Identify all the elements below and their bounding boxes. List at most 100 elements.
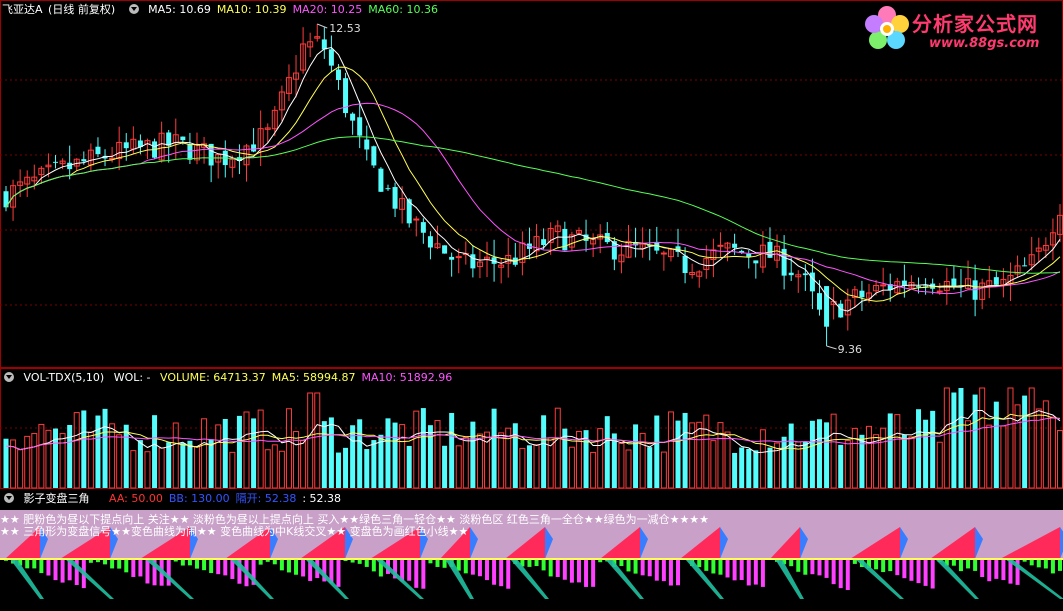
indicator-bar (874, 559, 879, 570)
indicator-bar (994, 559, 999, 579)
indicator-bar (145, 559, 150, 584)
volume-bar (901, 434, 907, 488)
indicator-bar (485, 559, 490, 581)
ma10-line (5, 66, 1061, 302)
volume-bar (732, 452, 738, 488)
volume-bar (887, 413, 893, 488)
price-panel[interactable]: 12.53 9.36 飞亚达A (日线 前复权) MA5: 10.69 MA10: … (0, 0, 1063, 368)
indicator-bar (753, 559, 758, 585)
volume-bar (59, 433, 66, 489)
indicator-bar (966, 559, 971, 569)
volume-bar (851, 427, 858, 489)
indicator-bar (1050, 559, 1055, 574)
volume-bar (844, 440, 851, 489)
indicator-bar (492, 559, 497, 585)
flower-logo-icon (865, 6, 909, 49)
dropdown-circle-icon[interactable] (4, 372, 14, 382)
candle-body (392, 187, 398, 209)
candle-body (406, 199, 412, 224)
volume-bar (31, 433, 38, 489)
volume-bar (95, 415, 101, 488)
volume-bar (894, 414, 901, 489)
indicator-description-2: ★★ 三角形为变盘信号★★变色曲线为闹★★ 变色曲线为中K线交叉★★ 变盘色为画… (0, 525, 469, 538)
dropdown-circle-icon[interactable] (4, 493, 14, 503)
indicator-bar (895, 559, 900, 576)
volume-bar (781, 436, 787, 488)
indicator-bar (661, 559, 666, 582)
indicator-bar (470, 559, 475, 575)
volume-bar (746, 448, 752, 488)
indicator-bar (435, 559, 440, 567)
volume-bar (625, 449, 632, 489)
volume-bar (215, 424, 222, 489)
high-label: 12.53 (329, 22, 361, 35)
indicator-name: 影子变盘三角 (23, 492, 90, 505)
volume-bar (759, 429, 766, 489)
volume-bar (455, 445, 462, 489)
indicator-bar (371, 559, 376, 572)
volume-bar (604, 416, 610, 488)
indicator-bar (555, 559, 560, 577)
indicator-bar (1036, 559, 1041, 568)
volume-wol: WOL: - (113, 371, 151, 384)
volume-labels: VOLUME: 64713.37 MA5: 58994.87 MA10: 51892… (160, 371, 458, 384)
indicator-bar (711, 559, 716, 574)
volume-panel[interactable]: VOL-TDX(5,10) WOL: - VOLUME: 64713.37 MA5… (0, 368, 1063, 489)
volume-bar (17, 449, 24, 489)
volume-bar (420, 408, 426, 488)
indicator-bar (838, 559, 843, 589)
indicator-bar (1043, 559, 1048, 569)
volume-bar (696, 421, 703, 489)
candle-body (816, 293, 822, 310)
volume-bar (427, 425, 433, 488)
indicator-bar (124, 559, 129, 573)
indicator-bar (562, 559, 567, 580)
volume-bar (866, 425, 873, 489)
volume-bar (1035, 408, 1042, 489)
volume-bar (307, 392, 314, 489)
volume-bar (824, 422, 830, 488)
volume-bar (442, 445, 448, 488)
volume-bar (257, 409, 264, 489)
candle-body (413, 218, 420, 221)
candle-body (753, 260, 759, 264)
indicator-bar (110, 559, 115, 569)
volume-bar (399, 424, 406, 489)
volume-bar (724, 431, 731, 489)
volume-bar (470, 421, 476, 488)
indicator-bar (477, 559, 482, 577)
indicator-bar (576, 559, 581, 583)
indicator-label-2: 隔开: 52.38 (235, 492, 297, 505)
volume-indicator-name: VOL-TDX(5,10) (23, 371, 105, 384)
indicator-bar (704, 559, 709, 571)
volume-bar (357, 419, 363, 488)
volume-bar (208, 439, 214, 488)
ma-label-2: MA20: 10.25 (292, 3, 363, 16)
volume-bar (462, 437, 469, 489)
volume-bar (660, 451, 667, 489)
indicator-panel[interactable]: 影子变盘三角 AA: 50.00 BB: 130.00 隔开: 52.38: 52.… (0, 489, 1063, 611)
indicator-bar (789, 559, 794, 567)
volume-bar (251, 418, 257, 488)
indicator-bar (527, 559, 532, 567)
indicator-labels: AA: 50.00 BB: 130.00 隔开: 52.38: 52.38 (109, 492, 347, 505)
indicator-bar (930, 559, 935, 589)
volume-bar (364, 449, 370, 488)
volume-bar (675, 420, 681, 488)
volume-chart[interactable] (0, 368, 1063, 489)
volume-bar (972, 394, 978, 488)
indicator-bar (25, 559, 30, 569)
indicator-bar (909, 559, 914, 581)
indicator-bar (279, 559, 284, 571)
dropdown-circle-icon[interactable] (128, 4, 139, 14)
indicator-chart[interactable] (0, 489, 1063, 611)
volume-bar (717, 422, 724, 489)
volume-bar (923, 419, 929, 488)
volume-bar (703, 414, 710, 489)
indicator-bar (888, 559, 893, 572)
volume-bar (102, 408, 108, 488)
candle-body (81, 159, 87, 162)
candle-body (95, 146, 101, 155)
volume-bar (1042, 400, 1049, 489)
high-pointer (317, 23, 328, 29)
